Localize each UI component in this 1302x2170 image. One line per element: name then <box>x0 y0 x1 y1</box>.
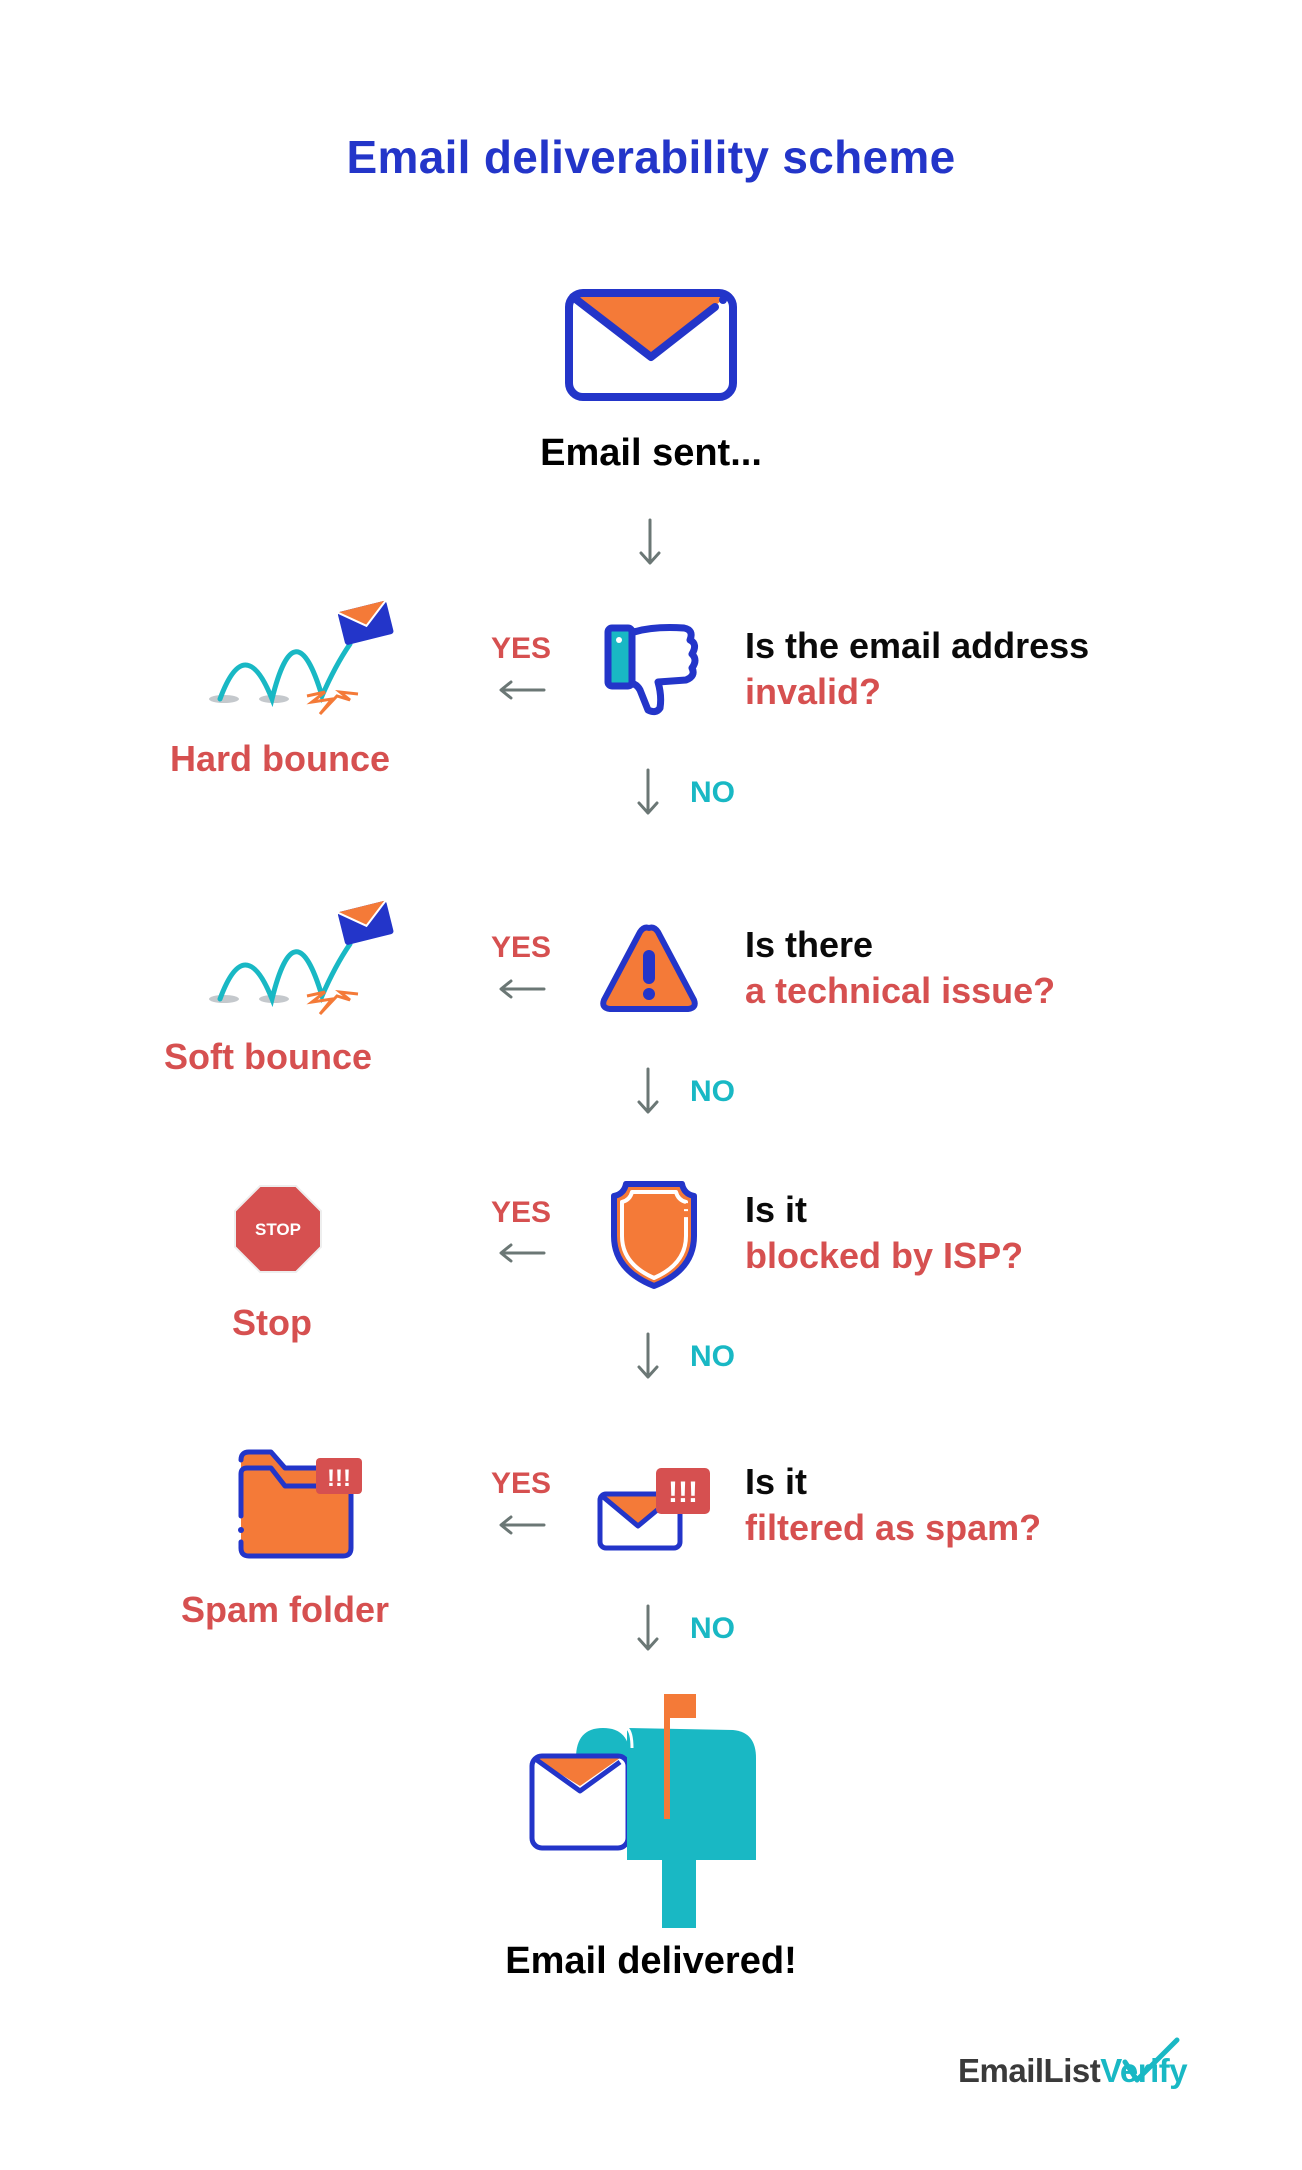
thumbs-down-icon <box>604 624 700 716</box>
left-arrow-icon <box>498 1243 548 1263</box>
warning-triangle-icon <box>598 922 700 1014</box>
outcome-label: Stop <box>232 1302 312 1343</box>
no-label: NO <box>690 1612 735 1645</box>
spam-envelope-icon: !!! <box>596 1464 712 1552</box>
question-line1: Is the email address <box>745 625 1090 666</box>
email-delivered-label: Email delivered! <box>505 1940 797 1982</box>
question-line1: Is it <box>745 1461 808 1502</box>
down-arrow-icon <box>636 1604 660 1652</box>
question-text: Is there a technical issue? <box>745 922 1055 1014</box>
no-label: NO <box>690 776 735 809</box>
no-label: NO <box>690 1075 735 1108</box>
question-text: Is the email address invalid? <box>745 623 1089 715</box>
brand-logo: EmailListVerify <box>958 2037 1188 2090</box>
question-text: Is it filtered as spam? <box>745 1459 1041 1551</box>
yes-label: YES <box>490 1467 552 1500</box>
question-line2: invalid? <box>745 671 882 712</box>
badge-text: !!! <box>668 1476 698 1509</box>
question-line1: Is it <box>745 1189 808 1230</box>
question-line2: a technical issue? <box>745 970 1056 1011</box>
down-arrow-icon <box>638 518 662 566</box>
outcome-label: Hard bounce <box>169 738 391 779</box>
no-label: NO <box>690 1340 735 1373</box>
shield-icon <box>610 1180 698 1290</box>
hard-bounce-icon <box>200 596 394 721</box>
yes-label: YES <box>490 632 552 665</box>
yes-label: YES <box>490 931 552 964</box>
checkmark-icon <box>1122 2037 1180 2083</box>
left-arrow-icon <box>498 1515 548 1535</box>
left-arrow-icon <box>498 979 548 999</box>
left-arrow-icon <box>498 680 548 700</box>
email-sent-label: Email sent... <box>540 432 762 474</box>
down-arrow-icon <box>636 1067 660 1115</box>
page-title: Email deliverability scheme <box>346 131 956 183</box>
spam-folder-icon: !!! <box>233 1446 365 1560</box>
badge-text: !!! <box>327 1465 351 1492</box>
down-arrow-icon <box>636 1332 660 1380</box>
question-line2: blocked by ISP? <box>745 1235 1024 1276</box>
outcome-label: Soft bounce <box>164 1036 372 1077</box>
stop-sign-icon: STOP <box>233 1184 323 1274</box>
logo-part1: EmailList <box>958 2052 1101 2089</box>
yes-label: YES <box>490 1196 552 1229</box>
envelope-icon <box>563 287 739 403</box>
question-line2: filtered as spam? <box>745 1507 1042 1548</box>
down-arrow-icon <box>636 768 660 816</box>
mailbox-icon <box>528 1688 764 1934</box>
outcome-label: Spam folder <box>180 1589 390 1630</box>
stop-sign-text: STOP <box>255 1220 301 1239</box>
question-line1: Is there <box>745 924 874 965</box>
question-text: Is it blocked by ISP? <box>745 1187 1023 1279</box>
soft-bounce-icon <box>200 896 394 1021</box>
